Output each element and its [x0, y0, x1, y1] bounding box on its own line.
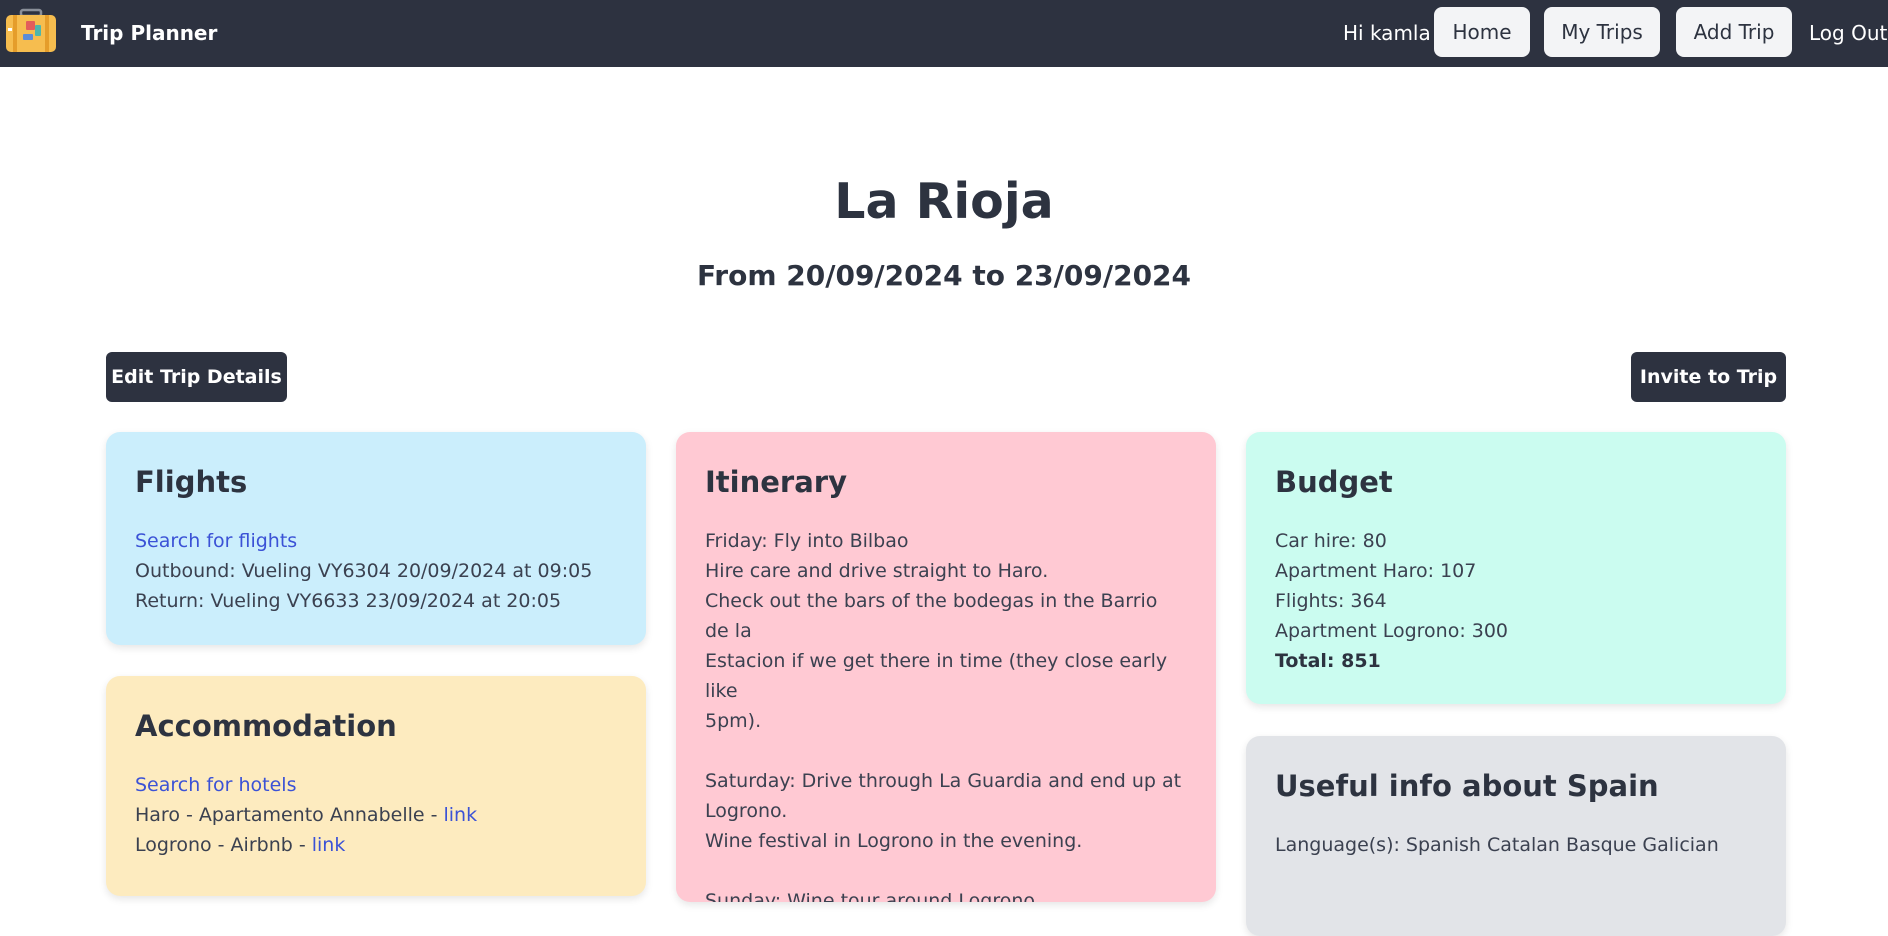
itinerary-line: Sunday: Wine tour around Logrono.	[705, 890, 1041, 902]
itinerary-line: Hire care and drive straight to Haro.	[705, 560, 1049, 582]
edit-trip-details-button[interactable]: Edit Trip Details	[106, 352, 287, 402]
itinerary-card: Itinerary Friday: Fly into Bilbao Hire c…	[676, 432, 1216, 902]
search-flights-link[interactable]: Search for flights	[135, 530, 297, 552]
itinerary-line: Friday: Fly into Bilbao	[705, 530, 909, 552]
itinerary-line: Estacion if we get there in time (they c…	[705, 650, 1168, 702]
return-flight: Return: Vueling VY6633 23/09/2024 at 20:…	[135, 590, 562, 612]
user-greeting: Hi kamla	[1343, 21, 1431, 45]
suitcase-icon[interactable]	[5, 8, 57, 53]
list-item: Logrono - Airbnb - link	[135, 830, 617, 860]
itinerary-line: Check out the bars of the bodegas in the…	[705, 590, 1158, 642]
navbar: Trip Planner Hi kamla Home My Trips Add …	[0, 0, 1888, 67]
itinerary-line: Logrono.	[705, 800, 788, 822]
home-button[interactable]: Home	[1434, 7, 1530, 57]
itinerary-spacer	[705, 856, 1187, 886]
budget-item: Apartment Logrono: 300	[1275, 620, 1509, 642]
useful-info-heading: Useful info about Spain	[1275, 769, 1659, 803]
accommodation-text: Logrono - Airbnb -	[135, 834, 312, 856]
itinerary-line: Wine festival in Logrono in the evening.	[705, 830, 1083, 852]
budget-item: Flights: 364	[1275, 590, 1387, 612]
accommodation-link[interactable]: link	[444, 804, 478, 826]
itinerary-line: Saturday: Drive through La Guardia and e…	[705, 770, 1182, 792]
itinerary-heading: Itinerary	[705, 465, 847, 499]
itinerary-line: 5pm).	[705, 710, 762, 732]
accommodation-link[interactable]: link	[312, 834, 346, 856]
app-brand[interactable]: Trip Planner	[81, 0, 217, 67]
useful-info-card: Useful info about Spain Language(s): Spa…	[1246, 736, 1786, 936]
budget-heading: Budget	[1275, 465, 1393, 499]
budget-card: Budget Car hire: 80 Apartment Haro: 107 …	[1246, 432, 1786, 704]
itinerary-spacer	[705, 736, 1187, 766]
accommodation-heading: Accommodation	[135, 709, 397, 743]
trip-title: La Rioja	[834, 173, 1054, 230]
outbound-flight: Outbound: Vueling VY6304 20/09/2024 at 0…	[135, 560, 593, 582]
list-item: Haro - Apartamento Annabelle - link	[135, 800, 617, 830]
accommodation-text: Haro - Apartamento Annabelle -	[135, 804, 444, 826]
budget-item: Apartment Haro: 107	[1275, 560, 1477, 582]
invite-to-trip-button[interactable]: Invite to Trip	[1631, 352, 1786, 402]
my-trips-button[interactable]: My Trips	[1544, 7, 1660, 57]
budget-item: Car hire: 80	[1275, 530, 1387, 552]
languages-info: Language(s): Spanish Catalan Basque Gali…	[1275, 834, 1719, 856]
search-hotels-link[interactable]: Search for hotels	[135, 774, 296, 796]
budget-total: Total: 851	[1275, 650, 1381, 672]
trip-dates: From 20/09/2024 to 23/09/2024	[696, 259, 1192, 292]
flights-heading: Flights	[135, 465, 248, 499]
add-trip-button[interactable]: Add Trip	[1676, 7, 1792, 57]
accommodation-card: Accommodation Search for hotels Haro - A…	[106, 676, 646, 896]
log-out-link[interactable]: Log Out	[1809, 0, 1887, 67]
flights-card: Flights Search for flights Outbound: Vue…	[106, 432, 646, 645]
